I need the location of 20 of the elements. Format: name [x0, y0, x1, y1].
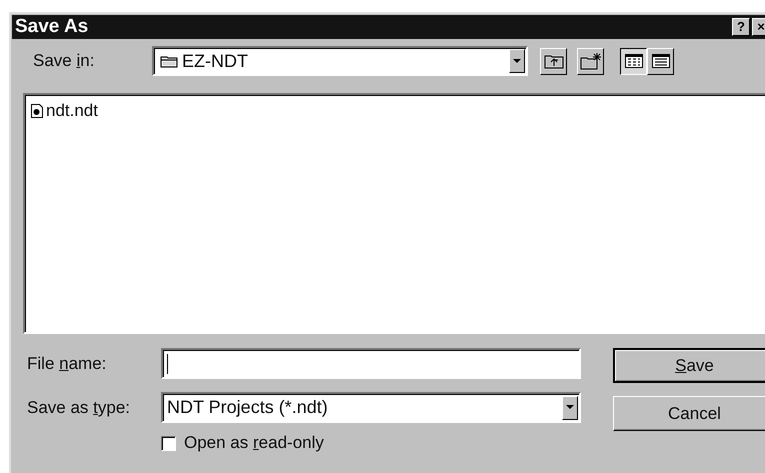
folder-dropdown[interactable]: EZ-NDT [152, 46, 528, 76]
details-view-icon[interactable] [647, 48, 674, 74]
cancel-button[interactable]: Cancel [613, 396, 765, 431]
up-folder-icon[interactable] [540, 48, 567, 74]
list-view-icon[interactable] [620, 48, 647, 74]
new-folder-icon[interactable] [577, 48, 604, 74]
help-button[interactable]: ? [732, 18, 750, 36]
file-type-dropdown[interactable]: NDT Projects (*.ndt) [161, 392, 581, 423]
read-only-label[interactable]: Open as read-only [184, 433, 324, 453]
file-name-label: File name: [27, 354, 108, 374]
save-as-type-label: Save as type: [27, 398, 132, 418]
folder-icon [160, 54, 178, 68]
window-title: Save As [15, 16, 88, 38]
file-name-field[interactable] [161, 348, 581, 379]
checkbox[interactable] [161, 436, 176, 450]
save-button[interactable]: Save [613, 348, 765, 383]
file-icon [31, 104, 43, 118]
close-button[interactable]: × [752, 18, 765, 36]
file-item[interactable]: ndt.ndt [29, 101, 100, 121]
save-in-label: Save in: [33, 51, 96, 71]
